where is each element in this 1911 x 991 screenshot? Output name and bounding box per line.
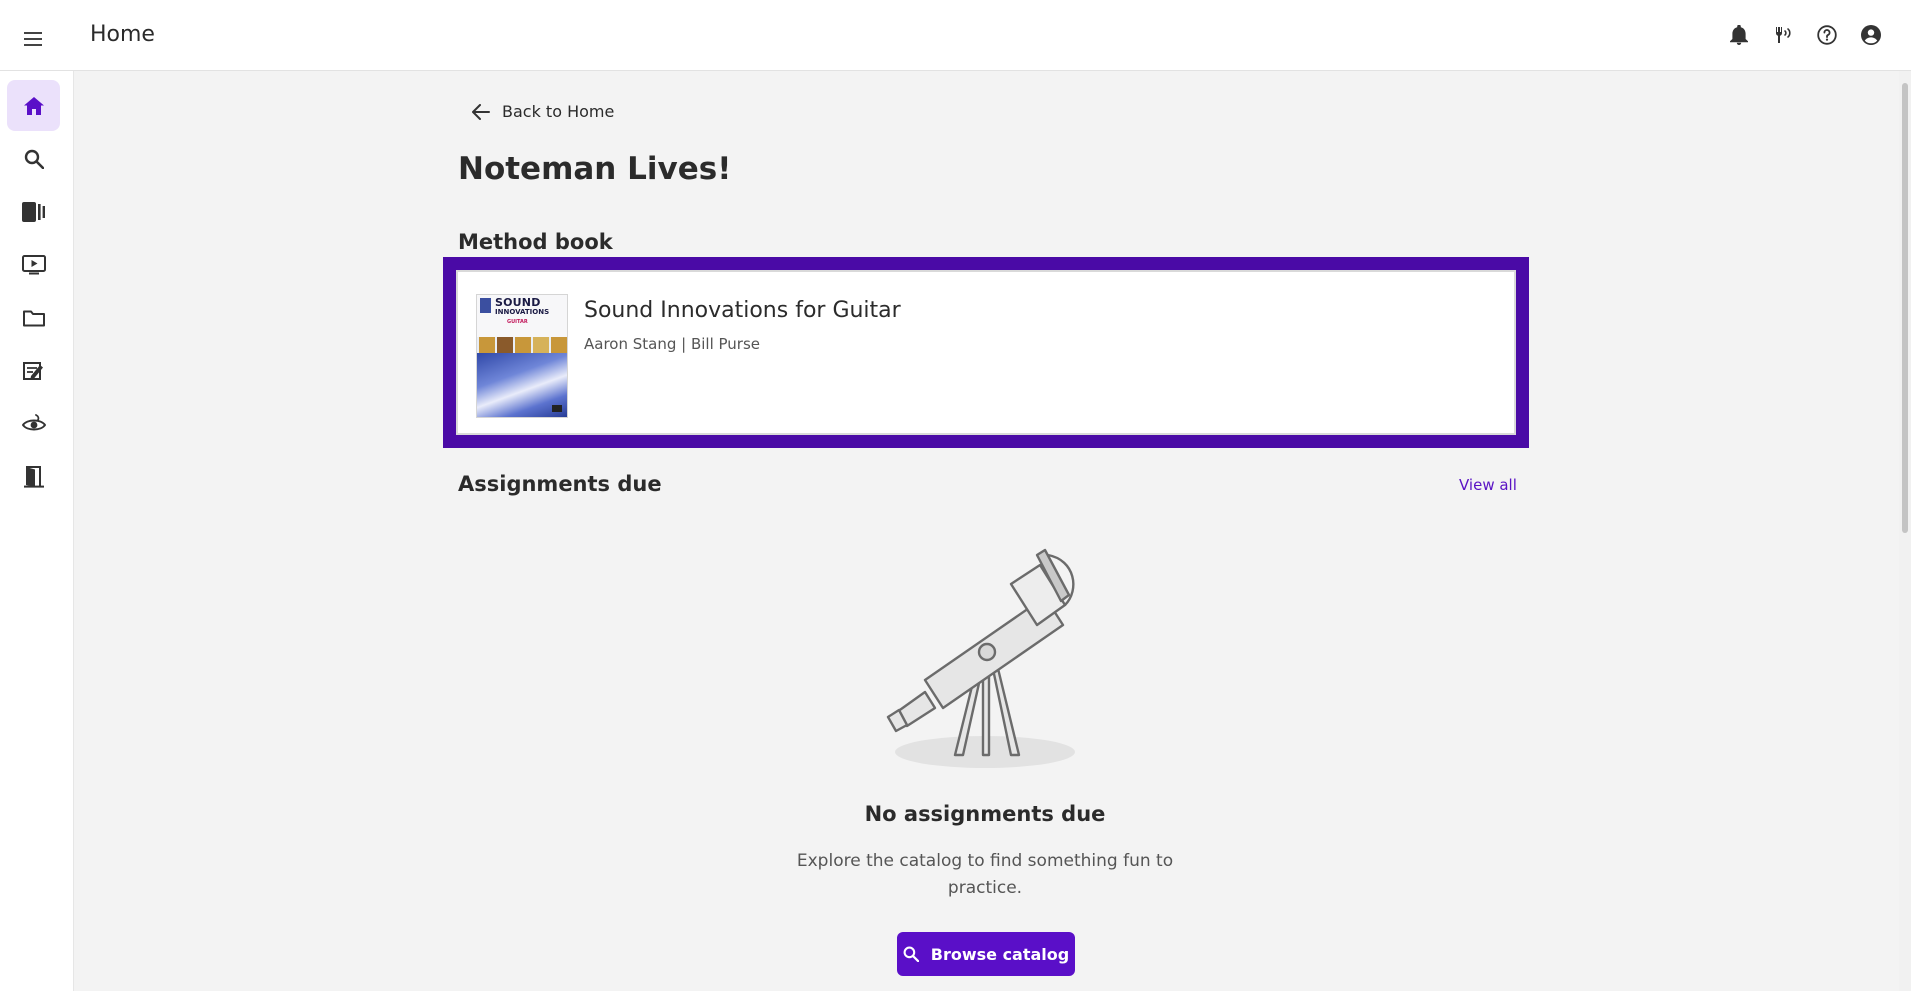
view-all-link[interactable]: View all bbox=[1459, 476, 1517, 494]
cover-publisher-logo bbox=[552, 405, 562, 412]
back-to-home-link[interactable]: Back to Home bbox=[472, 102, 614, 121]
cover-photo-strip bbox=[477, 337, 567, 353]
sidebar-item-ear-training[interactable] bbox=[7, 398, 60, 449]
empty-state-description: Explore the catalog to find something fu… bbox=[796, 851, 1174, 898]
top-actions bbox=[1717, 18, 1911, 52]
account-icon bbox=[1861, 25, 1881, 45]
library-icon bbox=[21, 201, 45, 222]
sidebar-item-folders[interactable] bbox=[7, 292, 60, 343]
ear-icon bbox=[21, 413, 46, 430]
sidebar-item-home[interactable] bbox=[7, 80, 60, 131]
home-icon bbox=[23, 96, 44, 115]
search-icon bbox=[24, 149, 44, 169]
telescope-illustration bbox=[886, 548, 1075, 768]
book-title: Sound Innovations for Guitar bbox=[584, 298, 901, 323]
top-bar: Home bbox=[0, 0, 1911, 71]
door-icon bbox=[23, 465, 44, 488]
book-authors: Aaron Stang | Bill Purse bbox=[584, 335, 761, 353]
scrollbar[interactable] bbox=[1899, 71, 1911, 991]
sidebar-item-exit[interactable] bbox=[7, 451, 60, 502]
cover-title: SOUND bbox=[495, 296, 541, 309]
method-book-heading: Method book bbox=[458, 230, 613, 254]
sidebar bbox=[0, 71, 74, 991]
notifications-button[interactable] bbox=[1717, 18, 1761, 52]
video-icon bbox=[21, 254, 46, 274]
hamburger-menu-icon bbox=[24, 32, 42, 46]
sidebar-item-assignments[interactable] bbox=[7, 345, 60, 396]
cover-subtitle: GUITAR bbox=[507, 319, 528, 325]
browse-catalog-button[interactable]: Browse catalog bbox=[897, 932, 1075, 976]
assignments-heading: Assignments due bbox=[458, 472, 662, 496]
cover-badge bbox=[480, 298, 491, 313]
menu-button[interactable] bbox=[18, 24, 48, 54]
folder-icon bbox=[22, 310, 45, 326]
tuner-button[interactable] bbox=[1761, 18, 1805, 52]
search-icon bbox=[903, 946, 919, 962]
account-button[interactable] bbox=[1849, 18, 1893, 52]
method-book-card-highlight[interactable]: SOUND INNOVATIONS GUITAR Sound Innovatio… bbox=[443, 257, 1529, 448]
back-link-label: Back to Home bbox=[502, 102, 615, 121]
sidebar-item-library[interactable] bbox=[7, 186, 60, 237]
tuner-icon bbox=[1776, 27, 1791, 43]
app-title: Home bbox=[90, 22, 155, 47]
scrollbar-thumb[interactable] bbox=[1902, 83, 1908, 533]
help-button[interactable] bbox=[1805, 18, 1849, 52]
arrow-left-icon bbox=[472, 103, 490, 120]
browse-catalog-label: Browse catalog bbox=[930, 944, 1070, 964]
help-icon bbox=[1817, 25, 1837, 45]
method-book-card[interactable]: SOUND INNOVATIONS GUITAR Sound Innovatio… bbox=[456, 270, 1516, 435]
sidebar-item-search[interactable] bbox=[7, 133, 60, 184]
page-title: Noteman Lives! bbox=[458, 151, 732, 187]
cover-title-line2: INNOVATIONS bbox=[495, 308, 550, 316]
book-cover-image: SOUND INNOVATIONS GUITAR bbox=[476, 294, 568, 418]
sidebar-item-videos[interactable] bbox=[7, 239, 60, 290]
assignment-icon bbox=[22, 361, 43, 380]
empty-state-title: No assignments due bbox=[864, 802, 1106, 826]
notifications-icon bbox=[1730, 25, 1748, 45]
